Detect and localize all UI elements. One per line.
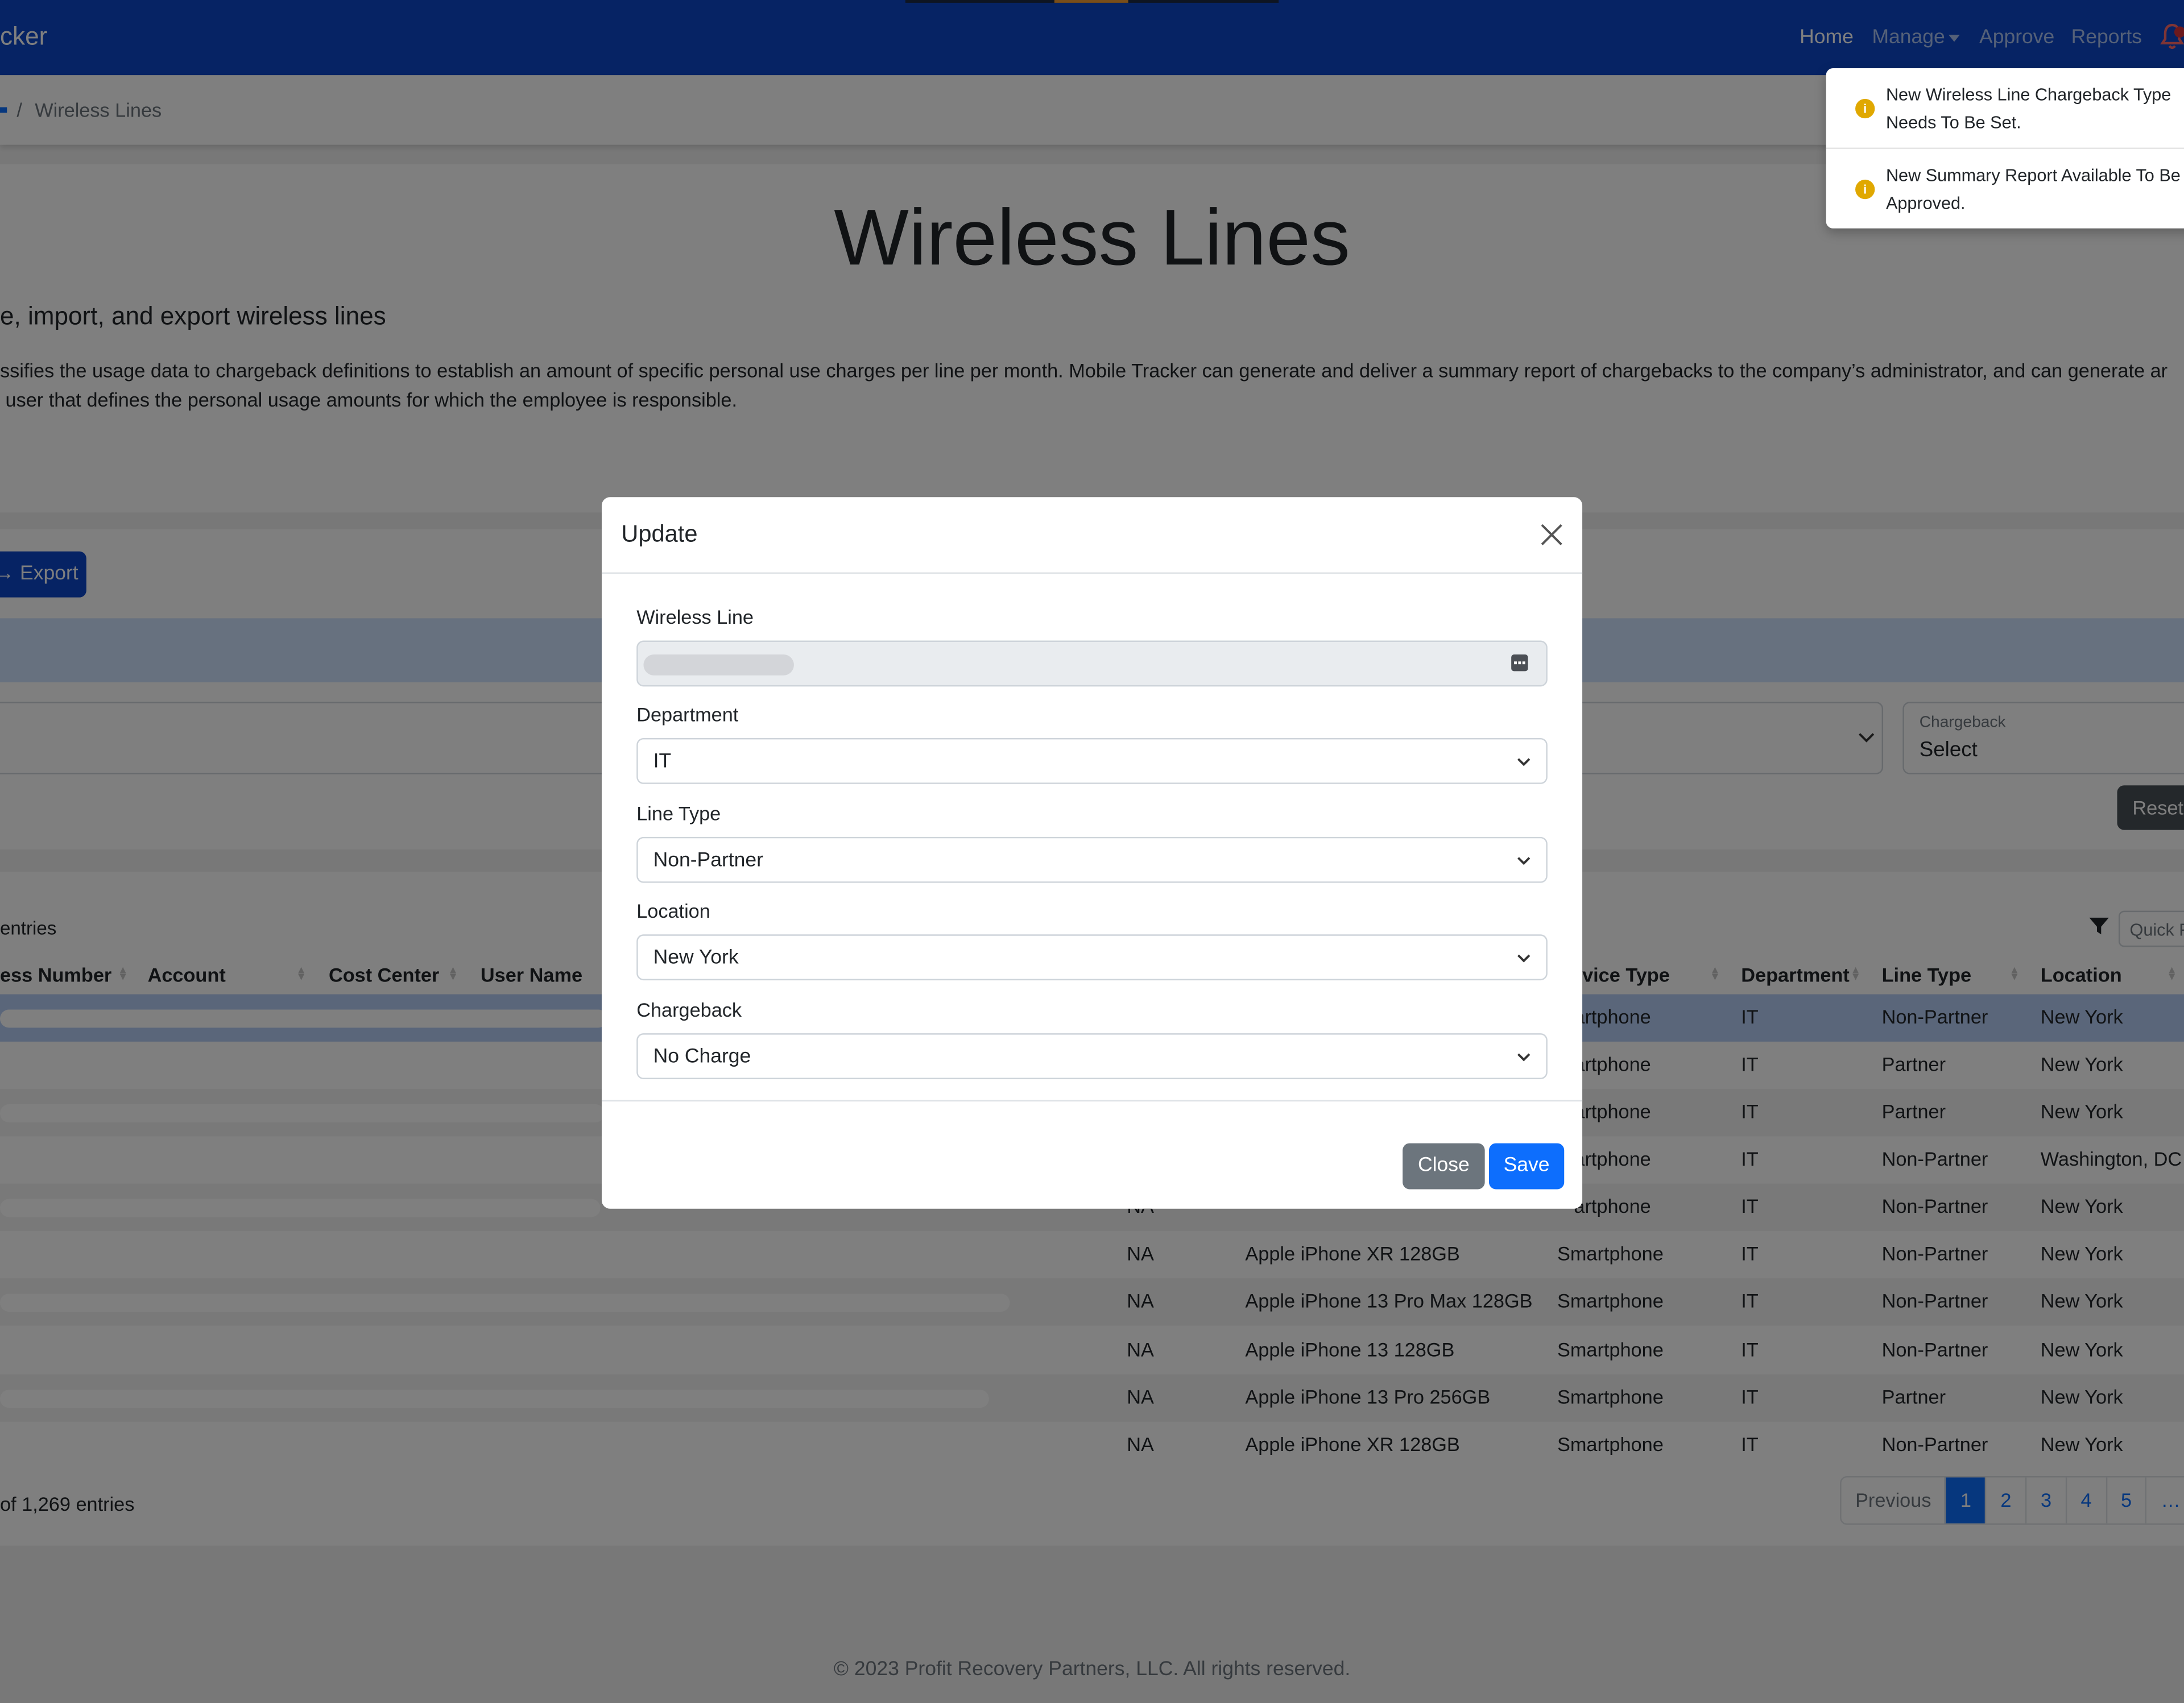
chargeback-value: No Charge (653, 1046, 751, 1068)
close-button[interactable]: Close (1403, 1143, 1485, 1190)
department-label: Department (636, 703, 739, 726)
line-type-select[interactable]: Non-Partner (636, 836, 1548, 883)
modal-title: Update (621, 520, 698, 548)
notification-text: New Wireless Line Chargeback Type Needs … (1885, 85, 2171, 132)
chargeback-select[interactable]: No Charge (636, 1033, 1548, 1079)
department-select[interactable]: IT (636, 737, 1548, 784)
modal-header: Update (601, 497, 1583, 574)
department-value: IT (653, 751, 672, 773)
line-type-label: Line Type (636, 802, 721, 824)
update-modal: Update Wireless Line Department IT Line … (601, 497, 1583, 1210)
more-options-icon[interactable] (1511, 654, 1528, 672)
chevron-down-icon (1517, 758, 1531, 766)
location-label: Location (636, 900, 710, 922)
modal-footer: Close Save (601, 1100, 1583, 1210)
wireless-line-label: Wireless Line (636, 606, 754, 628)
close-icon[interactable] (1539, 522, 1564, 547)
chargeback-label: Chargeback (636, 998, 742, 1021)
notifications-dropdown: i New Wireless Line Chargeback Type Need… (1826, 68, 2184, 229)
chevron-down-icon (1517, 857, 1531, 865)
info-icon: i (1855, 179, 1875, 200)
chevron-down-icon (1517, 954, 1531, 963)
redacted-value (643, 654, 794, 676)
page: cker Home Manage Approve Reports / Wirel… (0, 0, 2184, 1703)
notification-item[interactable]: i New Summary Report Available To Be App… (1826, 149, 2184, 229)
location-select[interactable]: New York (636, 934, 1548, 981)
line-type-value: Non-Partner (653, 849, 764, 872)
chevron-down-icon (1517, 1053, 1531, 1062)
location-value: New York (653, 947, 739, 969)
notification-text: New Summary Report Available To Be Appro… (1885, 165, 2181, 213)
save-button[interactable]: Save (1488, 1143, 1565, 1190)
notification-item[interactable]: i New Wireless Line Chargeback Type Need… (1826, 68, 2184, 150)
wireless-line-field (636, 640, 1548, 687)
info-icon: i (1855, 98, 1875, 119)
